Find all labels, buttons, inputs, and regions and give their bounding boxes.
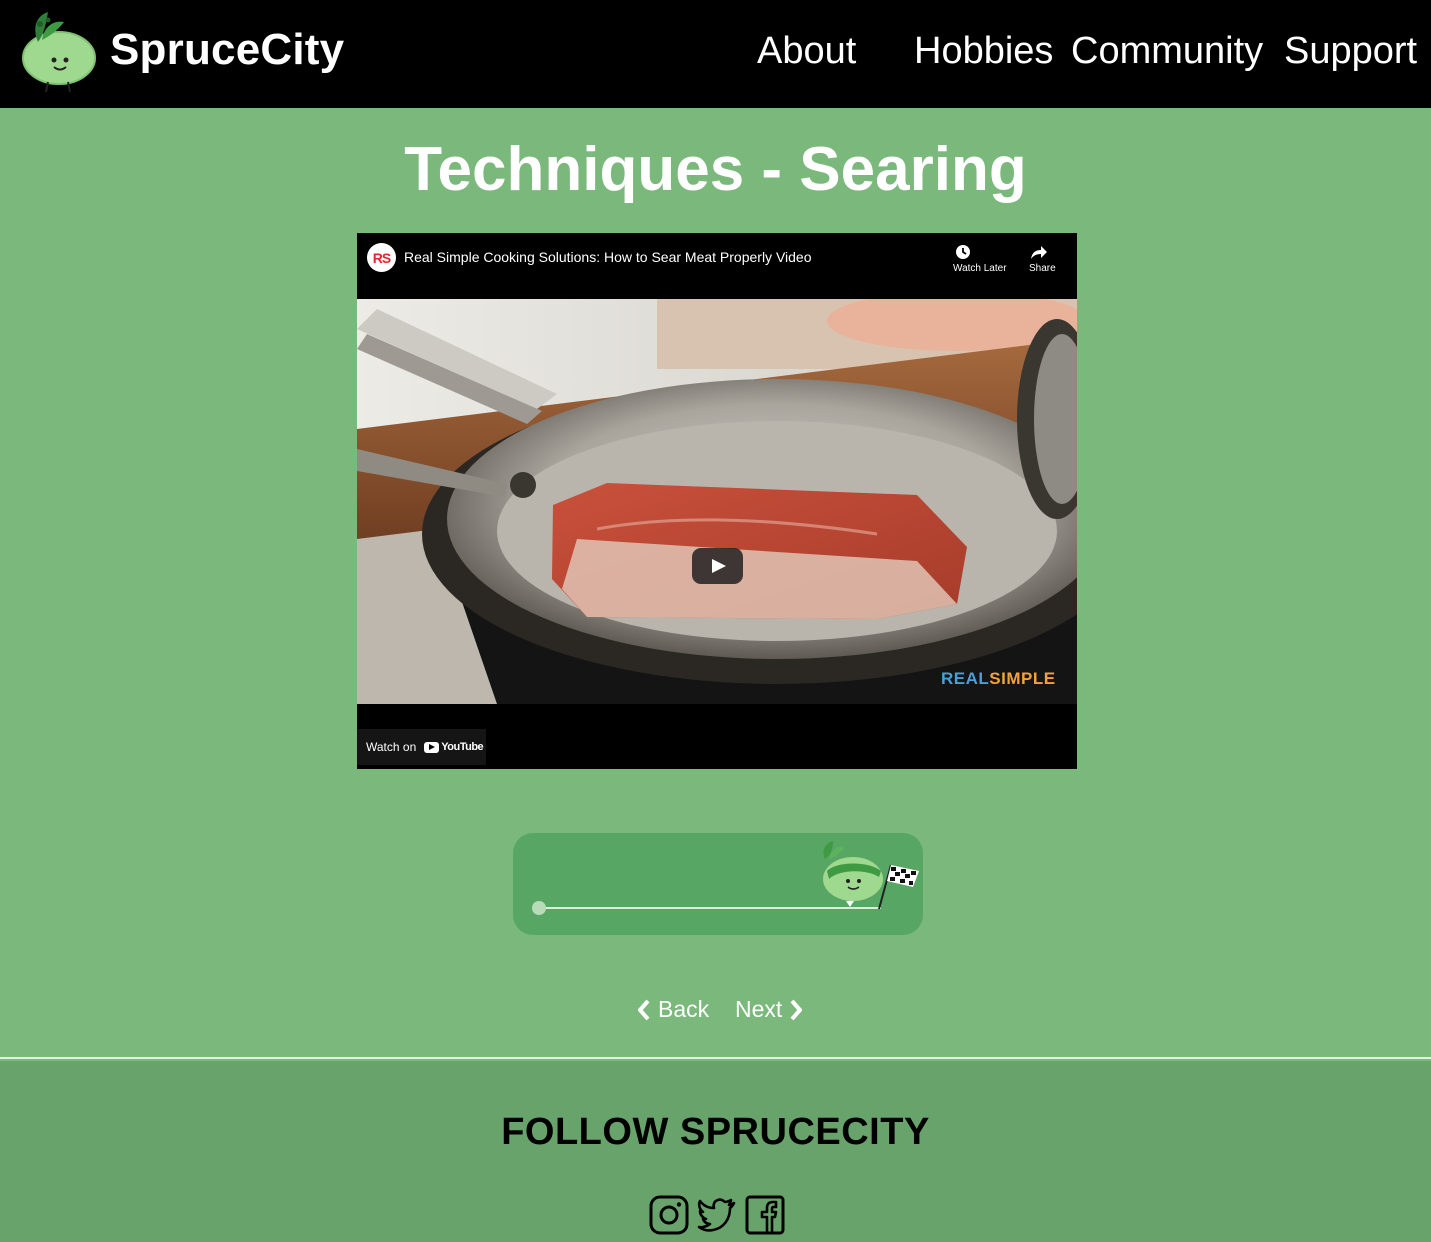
- nav-community-link[interactable]: Community: [1071, 30, 1263, 73]
- channel-avatar[interactable]: RS: [367, 243, 396, 272]
- spruce-mascot-logo: [22, 12, 96, 93]
- progress-start-dot: [532, 901, 546, 915]
- video-thumbnail-image: [357, 299, 1077, 704]
- video-frame[interactable]: REALSIMPLE: [357, 299, 1077, 704]
- follow-heading: FOLLOW SPRUCECITY: [501, 1111, 930, 1153]
- video-player[interactable]: RS Real Simple Cooking Solutions: How to…: [357, 233, 1077, 769]
- navbar: SpruceCity About Hobbies Community Suppo…: [0, 0, 1431, 108]
- back-label: Back: [658, 996, 710, 1022]
- brand-home-link[interactable]: SpruceCity: [18, 6, 344, 94]
- watermark-real: REAL: [941, 669, 990, 688]
- video-header: RS Real Simple Cooking Solutions: How to…: [357, 233, 1077, 299]
- watch-later-button[interactable]: Watch Later: [953, 243, 1007, 274]
- brand-name: SpruceCity: [110, 25, 345, 74]
- next-label: Next: [735, 996, 783, 1022]
- play-button[interactable]: [692, 548, 743, 584]
- back-button[interactable]: Back: [636, 996, 709, 1023]
- watch-on-label: Watch on: [366, 740, 417, 754]
- chevron-right-icon: [790, 999, 803, 1020]
- next-button[interactable]: Next: [735, 996, 804, 1023]
- facebook-icon[interactable]: [745, 1195, 785, 1235]
- youtube-logo-icon: YouTube: [424, 741, 484, 753]
- lesson-progress-card: [513, 833, 923, 935]
- watch-on-youtube-button[interactable]: Watch on YouTube: [357, 729, 486, 765]
- footer-divider: [0, 1057, 1431, 1059]
- instagram-icon[interactable]: [649, 1195, 689, 1235]
- nav-hobbies-link[interactable]: Hobbies: [914, 30, 1053, 73]
- share-button[interactable]: Share: [1029, 243, 1056, 274]
- clock-icon: [956, 245, 970, 259]
- nav-support-link[interactable]: Support: [1284, 30, 1417, 73]
- chevron-left-icon: [638, 999, 650, 1020]
- footer: FOLLOW SPRUCECITY: [0, 1061, 1431, 1242]
- page-title: Techniques - Searing: [404, 135, 1027, 204]
- watch-later-label: Watch Later: [953, 263, 1007, 274]
- finish-flag-icon: [878, 864, 919, 910]
- watermark-simple: SIMPLE: [989, 669, 1056, 688]
- twitter-icon[interactable]: [697, 1195, 737, 1235]
- youtube-wordmark: YouTube: [441, 741, 484, 753]
- video-title[interactable]: Real Simple Cooking Solutions: How to Se…: [404, 249, 812, 265]
- nav-about-link[interactable]: About: [757, 30, 856, 73]
- realsimple-watermark: REALSIMPLE: [941, 669, 1056, 689]
- share-label: Share: [1029, 263, 1056, 274]
- share-arrow-icon: [1031, 246, 1047, 259]
